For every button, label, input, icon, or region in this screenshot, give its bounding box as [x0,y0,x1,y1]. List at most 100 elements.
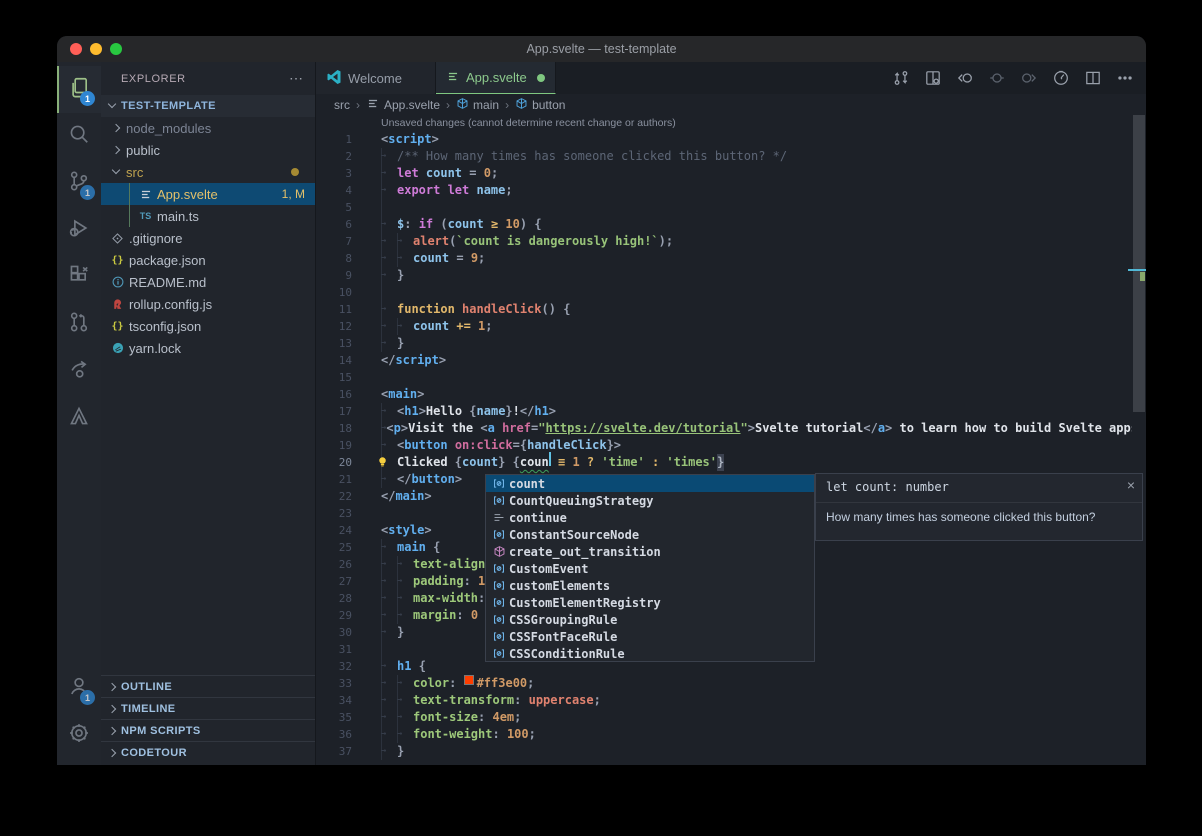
codelens-annotation[interactable]: Unsaved changes (cannot determine recent… [316,115,1132,131]
code-line-20[interactable]: 20→Clicked {count} {coun ≡ 1 ? 'time' : … [316,454,1132,471]
tab-app-svelte[interactable]: App.svelte [436,62,556,94]
code-line-16[interactable]: 16<main> [316,386,1132,403]
code-editor[interactable]: Unsaved changes (cannot determine recent… [316,115,1132,765]
braces-file-icon: {} [109,252,126,268]
suggest-details-widget: let count: number How many times has som… [815,473,1143,541]
code-line-35[interactable]: 35→→font-size: 4em; [316,709,1132,726]
activity-item-accounts[interactable]: 1 [57,665,101,712]
file-item-main-ts[interactable]: TSmain.ts [101,205,315,227]
minimize-window-button[interactable] [90,43,102,55]
suggestion-customelementregistry[interactable]: CustomElementRegistry [486,594,814,611]
code-line-34[interactable]: 34→→text-transform: uppercase; [316,692,1132,709]
suggestion-create_out_transition[interactable]: create_out_transition [486,543,814,560]
git-status-badge: 1, M [282,187,305,201]
badge: 1 [80,185,95,200]
navigate-back-icon[interactable] [952,66,978,90]
color-swatch[interactable] [464,675,474,685]
code-line-36[interactable]: 36→→font-weight: 100; [316,726,1132,743]
badge: 1 [80,91,95,106]
vscode-icon [326,69,342,88]
activity-item-search[interactable] [57,113,101,160]
suggestion-customevent[interactable]: CustomEvent [486,560,814,577]
code-line-19[interactable]: 19→<button on:click={handleClick}> [316,437,1132,454]
code-line-17[interactable]: 17→<h1>Hello {name}!</h1> [316,403,1132,420]
breadcrumb-item-main[interactable]: main [456,97,499,113]
file-item--gitignore[interactable]: .gitignore [101,227,315,249]
file-item-rollup-config-js[interactable]: rollup.config.js [101,293,315,315]
code-line-15[interactable]: 15 [316,369,1132,386]
breadcrumb-item-button[interactable]: button [515,97,565,113]
navigate-forward-icon[interactable] [1016,66,1042,90]
file-item-readme-md[interactable]: README.md [101,271,315,293]
suggestion-cssgroupingrule[interactable]: CSSGroupingRule [486,611,814,628]
close-icon[interactable]: × [1127,477,1135,493]
suggestion-count[interactable]: count [486,475,814,492]
file-item-package-json[interactable]: {}package.json [101,249,315,271]
file-item-node-modules[interactable]: node_modules [101,117,315,139]
close-window-button[interactable] [70,43,82,55]
suggestion-cssfontfacerule[interactable]: CSSFontFaceRule [486,628,814,645]
code-line-37[interactable]: 37→} [316,743,1132,760]
activity-item-run-debug[interactable] [57,207,101,254]
code-line-5[interactable]: 5 [316,199,1132,216]
code-line-7[interactable]: 7→→alert(`count is dangerously high!`); [316,233,1132,250]
file-item-yarn-lock[interactable]: yarn.lock [101,337,315,359]
badge: 1 [80,690,95,705]
activity-item-azure[interactable] [57,395,101,442]
suggestion-countqueuingstrategy[interactable]: CountQueuingStrategy [486,492,814,509]
activity-item-source-control[interactable]: 1 [57,160,101,207]
code-line-13[interactable]: 13→} [316,335,1132,352]
activity-item-settings[interactable] [57,712,101,759]
code-line-4[interactable]: 4→export let name; [316,182,1132,199]
more-actions-icon[interactable]: ⋯ [289,70,303,87]
code-line-3[interactable]: 3→let count = 0; [316,165,1132,182]
file-item-app-svelte[interactable]: App.svelte 1, M [101,183,315,205]
activity-item-github-pull-request[interactable] [57,301,101,348]
code-line-14[interactable]: 14</script> [316,352,1132,369]
suggestion-cssconditionrule[interactable]: CSSConditionRule [486,645,814,662]
symbol-variable-icon [489,494,509,507]
activity-item-extensions[interactable] [57,254,101,301]
code-line-10[interactable]: 10 [316,284,1132,301]
suggestion-customelements[interactable]: customElements [486,577,814,594]
breadcrumb-item-src[interactable]: src [334,98,350,112]
file-item-tsconfig-json[interactable]: {}tsconfig.json [101,315,315,337]
compare-changes-icon[interactable] [888,66,914,90]
zoom-window-button[interactable] [110,43,122,55]
run-timer-icon[interactable] [1048,66,1074,90]
sidebar-section-outline[interactable]: OUTLINE [101,675,315,697]
breadcrumb-item-app-svelte[interactable]: App.svelte [366,97,440,113]
chevron-right-icon [109,121,123,135]
more-actions-icon[interactable] [1112,66,1138,90]
suggestion-continue[interactable]: continue [486,509,814,526]
line-number: 35 [316,709,352,726]
sidebar-section-codetour[interactable]: CODETOUR [101,741,315,763]
code-line-1[interactable]: 1<script> [316,131,1132,148]
indent-guide [129,183,130,205]
file-label: App.svelte [157,187,218,202]
code-line-18[interactable]: 18→<p>Visit the <a href="https://svelte.… [316,420,1132,437]
sidebar-section-npm-scripts[interactable]: NPM SCRIPTS [101,719,315,741]
open-preview-icon[interactable] [920,66,946,90]
tree-root-test-template[interactable]: TEST-TEMPLATE [101,95,315,117]
file-item-public[interactable]: public [101,139,315,161]
file-label: node_modules [126,121,211,136]
tab-welcome[interactable]: Welcome [316,62,436,94]
code-line-8[interactable]: 8→→count = 9; [316,250,1132,267]
suggestion-constantsourcenode[interactable]: ConstantSourceNode [486,526,814,543]
circle-icon[interactable] [984,66,1010,90]
split-editor-icon[interactable] [1080,66,1106,90]
code-line-6[interactable]: 6→$: if (count ≥ 10) { [316,216,1132,233]
scrollbar-thumb[interactable] [1133,115,1145,412]
code-line-2[interactable]: 2→/** How many times has someone clicked… [316,148,1132,165]
file-item-src[interactable]: src [101,161,315,183]
line-number: 5 [316,199,352,216]
activity-item-live-share[interactable] [57,348,101,395]
code-line-12[interactable]: 12→→count += 1; [316,318,1132,335]
code-line-11[interactable]: 11→function handleClick() { [316,301,1132,318]
sidebar-section-timeline[interactable]: TIMELINE [101,697,315,719]
chevron-right-icon [105,746,119,760]
activity-item-explorer[interactable]: 1 [57,66,101,113]
code-line-33[interactable]: 33→→color: #ff3e00; [316,675,1132,692]
code-line-9[interactable]: 9→} [316,267,1132,284]
